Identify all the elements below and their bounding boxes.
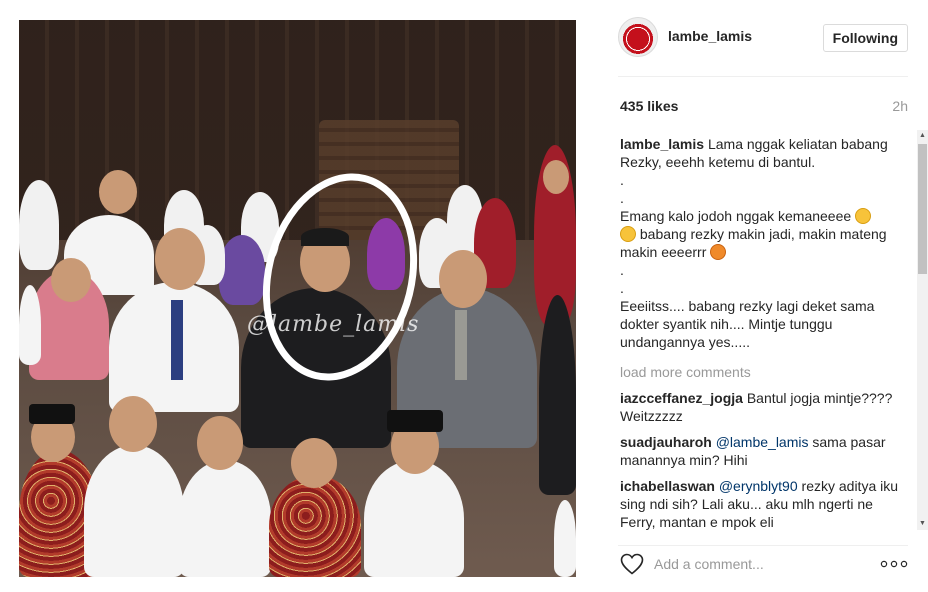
comments-list: lambe_lamis Lama nggak keliatan babang R…	[620, 135, 906, 530]
caption-dot: .	[620, 190, 624, 206]
footer-divider	[618, 545, 908, 546]
photo-person	[554, 500, 576, 577]
photo-person	[291, 438, 337, 488]
post-time[interactable]: 2h	[892, 98, 908, 114]
photo-person	[51, 258, 91, 302]
photo-person	[543, 160, 569, 194]
comment-mention[interactable]: @lambe_lamis	[716, 434, 809, 450]
photo-tie	[171, 300, 183, 380]
add-comment-input[interactable]: Add a comment...	[654, 556, 764, 572]
photo-tie	[455, 310, 467, 380]
caption-dot: .	[620, 262, 624, 278]
comment-username[interactable]: suadjauharoh	[620, 434, 712, 450]
grinning-face-emoji-icon	[620, 226, 636, 242]
caption: lambe_lamis Lama nggak keliatan babang R…	[620, 135, 906, 351]
avatar[interactable]	[618, 17, 658, 57]
photo-person	[109, 396, 157, 452]
photo-person	[179, 460, 271, 577]
comment-username[interactable]: ichabellaswan	[620, 478, 715, 494]
photo-person	[364, 460, 464, 577]
comment-mention[interactable]: @erynblyt90	[719, 478, 798, 494]
comments-scrollbar[interactable]: ▲ ▼	[917, 130, 928, 530]
scroll-thumb[interactable]	[918, 144, 927, 274]
comment: suadjauharoh @lambe_lamis sama pasar man…	[620, 433, 906, 469]
grinning-face-emoji-icon	[855, 208, 872, 224]
scroll-up-arrow-icon[interactable]: ▲	[917, 130, 928, 142]
caption-text: Emang kalo jodoh nggak kemaneeee	[620, 208, 852, 224]
caption-dot: .	[620, 172, 624, 188]
load-more-comments-link[interactable]: load more comments	[620, 363, 906, 381]
post-photo[interactable]: @lambe_lamis	[19, 20, 576, 577]
post-header: lambe_lamis Following	[618, 17, 908, 59]
header-divider	[618, 76, 908, 77]
photo-person	[19, 285, 41, 365]
photo-cap	[387, 410, 443, 432]
caption-dot: .	[620, 280, 624, 296]
photo-person	[439, 250, 487, 308]
photo-person	[539, 295, 576, 495]
likes-count[interactable]: 435 likes	[620, 98, 678, 114]
comment: ichabellaswan @erynblyt90 rezky aditya i…	[620, 477, 906, 530]
caption-text: Eeeiitss.... babang rezky lagi deket sam…	[620, 298, 875, 350]
following-button[interactable]: Following	[822, 24, 908, 52]
photo-person	[197, 416, 243, 470]
photo-person	[155, 228, 205, 290]
photo-person	[19, 180, 59, 270]
tiger-face-emoji-icon	[710, 244, 727, 260]
scroll-down-arrow-icon[interactable]: ▼	[917, 518, 928, 530]
comment-username[interactable]: iazcceffanez_jogja	[620, 390, 743, 406]
post-username[interactable]: lambe_lamis	[668, 28, 752, 44]
caption-text: babang rezky makin jadi, makin mateng ma…	[620, 226, 887, 260]
photo-person	[99, 170, 137, 214]
photo-person	[219, 235, 265, 305]
caption-username[interactable]: lambe_lamis	[620, 136, 704, 152]
photo-cap	[29, 404, 75, 424]
heart-icon[interactable]	[620, 553, 644, 575]
comment: iazcceffanez_jogja Bantul jogja mintje??…	[620, 389, 906, 425]
photo-person	[84, 445, 184, 577]
photo-person	[269, 475, 361, 577]
photo-watermark: @lambe_lamis	[247, 312, 420, 337]
more-options-icon[interactable]	[880, 560, 908, 568]
